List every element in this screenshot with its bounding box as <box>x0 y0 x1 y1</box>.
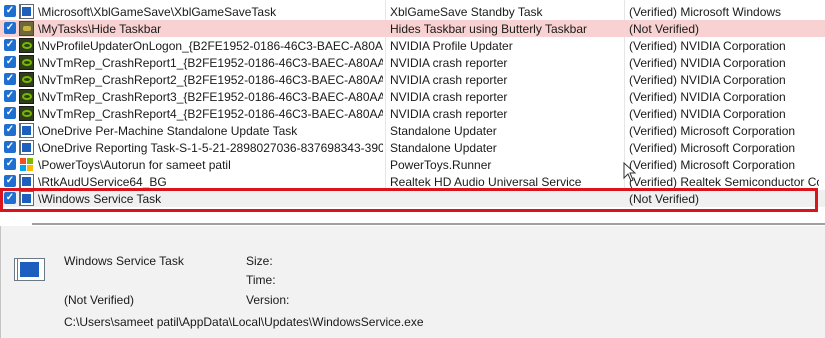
detail-time-label: Time: <box>246 273 276 287</box>
window-icon <box>19 140 34 155</box>
entry-publisher: (Verified) NVIDIA Corporation <box>629 72 786 87</box>
table-row[interactable]: ✓ \PowerToys\Autorun for sameet patil Powe… <box>0 156 825 173</box>
entry-publisher: (Verified) NVIDIA Corporation <box>629 106 786 121</box>
entry-publisher: (Verified) NVIDIA Corporation <box>629 55 786 70</box>
entry-description: Standalone Updater <box>390 140 497 155</box>
entry-description: Hides Taskbar using Butterly Taskbar <box>390 21 587 36</box>
pane-splitter[interactable] <box>32 223 825 225</box>
entry-description: NVIDIA crash reporter <box>390 89 508 104</box>
entry-name: \NvProfileUpdaterOnLogon_{B2FE1952-0186-… <box>38 38 383 53</box>
entry-publisher: (Verified) Microsoft Windows <box>629 4 782 19</box>
entry-publisher: (Verified) Realtek Semiconductor Corp. <box>629 174 819 189</box>
detail-size-label: Size: <box>246 254 273 268</box>
enabled-checkbox[interactable]: ✓ <box>4 158 16 170</box>
entry-description: XblGameSave Standby Task <box>390 4 543 19</box>
window-icon <box>19 4 34 19</box>
enabled-checkbox[interactable]: ✓ <box>4 124 16 136</box>
window-icon <box>19 174 34 189</box>
powertoys-icon <box>19 157 34 172</box>
entry-description: NVIDIA crash reporter <box>390 55 508 70</box>
entry-publisher: (Not Verified) <box>629 21 700 36</box>
entry-name: \MyTasks\Hide Taskbar <box>38 21 162 36</box>
nvidia-icon <box>19 106 34 121</box>
enabled-checkbox[interactable]: ✓ <box>4 73 16 85</box>
entry-publisher: (Verified) Microsoft Corporation <box>629 157 796 172</box>
enabled-checkbox[interactable]: ✓ <box>4 5 16 17</box>
enabled-checkbox[interactable]: ✓ <box>4 90 16 102</box>
entry-publisher: (Verified) NVIDIA Corporation <box>629 89 786 104</box>
detail-entry-name: Windows Service Task <box>64 254 184 268</box>
nvidia-icon <box>19 89 34 104</box>
nvidia-icon <box>19 38 34 53</box>
table-row[interactable]: ✓ \MyTasks\Hide Taskbar Hides Taskbar usin… <box>0 20 825 37</box>
entry-name: \NvTmRep_CrashReport4_{B2FE1952-0186-46C… <box>38 106 383 121</box>
entry-name: \Microsoft\XblGameSave\XblGameSaveTask <box>38 4 277 19</box>
table-row[interactable]: ✓ \NvTmRep_CrashReport2_{B2FE1952-0186-46… <box>0 71 825 88</box>
table-row[interactable]: ✓ \Microsoft\XblGameSave\XblGameSaveTask X… <box>0 3 825 20</box>
window-icon <box>14 258 45 281</box>
table-row[interactable]: ✓ \OneDrive Per-Machine Standalone Update… <box>0 122 825 139</box>
entry-description: NVIDIA crash reporter <box>390 106 508 121</box>
entry-name: \NvTmRep_CrashReport2_{B2FE1952-0186-46C… <box>38 72 383 87</box>
entry-name: \OneDrive Reporting Task-S-1-5-21-289802… <box>38 140 383 155</box>
detail-verified-status: (Not Verified) <box>64 293 135 307</box>
entry-name: \RtkAudUService64_BG <box>38 174 167 189</box>
detail-version-label: Version: <box>246 293 290 307</box>
enabled-checkbox[interactable]: ✓ <box>4 22 16 34</box>
entry-description: NVIDIA crash reporter <box>390 72 508 87</box>
entry-publisher: (Verified) NVIDIA Corporation <box>629 38 786 53</box>
butterfly-taskbar-icon <box>19 21 34 36</box>
table-row[interactable]: ✓ \NvProfileUpdaterOnLogon_{B2FE1952-0186… <box>0 37 825 54</box>
enabled-checkbox[interactable]: ✓ <box>4 175 16 187</box>
mouse-cursor-icon <box>623 162 637 182</box>
entry-name: \NvTmRep_CrashReport1_{B2FE1952-0186-46C… <box>38 55 383 70</box>
table-row[interactable]: ✓ \OneDrive Reporting Task-S-1-5-21-28980… <box>0 139 825 156</box>
entry-publisher: (Verified) Microsoft Corporation <box>629 140 796 155</box>
enabled-checkbox[interactable]: ✓ <box>4 39 16 51</box>
entry-name: \PowerToys\Autorun for sameet patil <box>38 157 231 172</box>
nvidia-icon <box>19 72 34 87</box>
table-row[interactable]: ✓ \NvTmRep_CrashReport4_{B2FE1952-0186-46… <box>0 105 825 122</box>
detail-image-path: C:\Users\sameet patil\AppData\Local\Upda… <box>64 315 424 329</box>
entry-description: Standalone Updater <box>390 123 497 138</box>
autoruns-entry-list[interactable]: ✓ \Microsoft\XblGameSave\XblGameSaveTask X… <box>0 0 825 220</box>
window-icon <box>19 123 34 138</box>
table-row[interactable]: ✓ \NvTmRep_CrashReport1_{B2FE1952-0186-46… <box>0 54 825 71</box>
entry-publisher: (Verified) Microsoft Corporation <box>629 123 796 138</box>
enabled-checkbox[interactable]: ✓ <box>4 141 16 153</box>
entry-description: PowerToys.Runner <box>390 157 492 172</box>
entry-description: Realtek HD Audio Universal Service <box>390 174 582 189</box>
table-row[interactable]: ✓ \NvTmRep_CrashReport3_{B2FE1952-0186-46… <box>0 88 825 105</box>
enabled-checkbox[interactable]: ✓ <box>4 107 16 119</box>
nvidia-icon <box>19 55 34 70</box>
entry-name: \OneDrive Per-Machine Standalone Update … <box>38 123 298 138</box>
entry-name: \NvTmRep_CrashReport3_{B2FE1952-0186-46C… <box>38 89 383 104</box>
details-pane: Windows Service Task (Not Verified) C:\U… <box>0 226 825 338</box>
enabled-checkbox[interactable]: ✓ <box>4 56 16 68</box>
annotation-highlight-box <box>0 188 818 212</box>
entry-description: NVIDIA Profile Updater <box>390 38 513 53</box>
